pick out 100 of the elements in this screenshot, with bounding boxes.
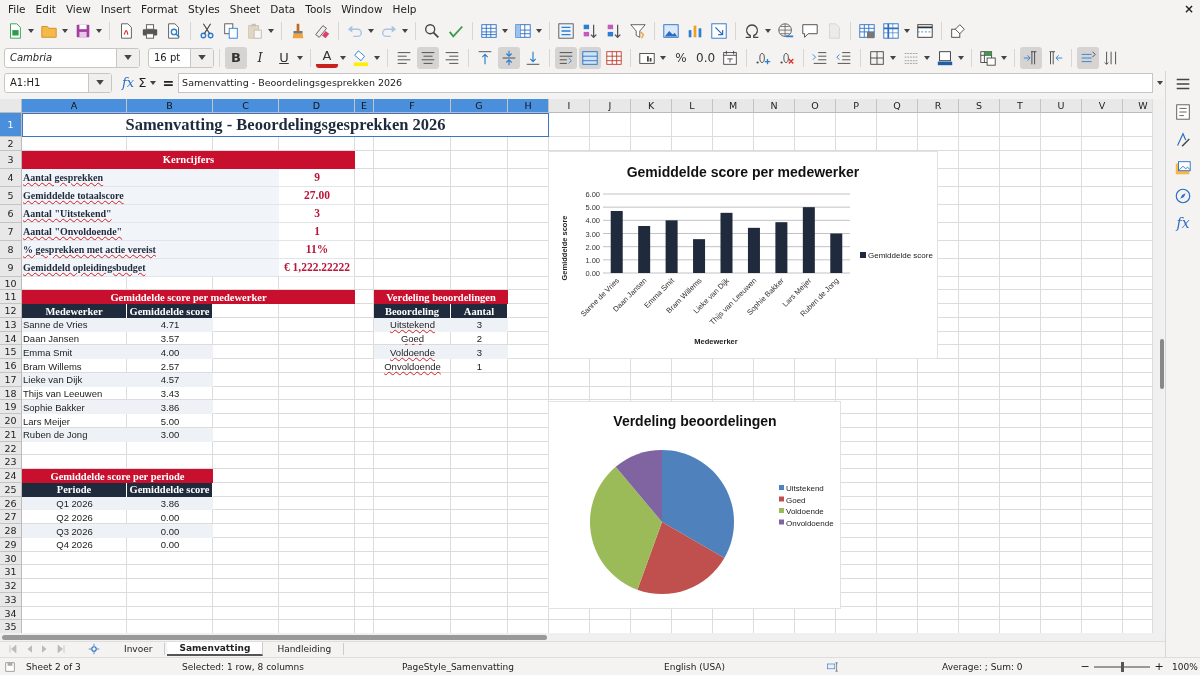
- menu-item[interactable]: Sheet: [225, 3, 267, 15]
- row-header[interactable]: 24: [0, 469, 22, 483]
- row-header[interactable]: 35: [0, 620, 22, 633]
- caret-icon[interactable]: [924, 55, 931, 60]
- zoom-out-button[interactable]: −: [1080, 660, 1090, 673]
- formula-button[interactable]: =: [162, 75, 175, 91]
- caret-icon[interactable]: [374, 55, 380, 60]
- percent-button[interactable]: %: [670, 46, 692, 69]
- freeze-panes-icon[interactable]: [880, 20, 902, 42]
- menu-item[interactable]: Help: [388, 3, 423, 15]
- zoom-level[interactable]: 100%: [1172, 661, 1198, 672]
- column-header[interactable]: K: [631, 99, 672, 113]
- zoom-slider-thumb[interactable]: [1121, 661, 1124, 672]
- column-header[interactable]: U: [1041, 99, 1082, 113]
- caret-icon[interactable]: [904, 29, 910, 33]
- column-header[interactable]: L: [672, 99, 713, 113]
- row-header[interactable]: 32: [0, 579, 22, 593]
- column-header[interactable]: F: [374, 99, 451, 113]
- menu-item[interactable]: Styles: [184, 3, 226, 15]
- underline-button[interactable]: U: [273, 46, 295, 69]
- add-sheet-icon[interactable]: [88, 643, 100, 656]
- caret-icon[interactable]: [402, 29, 408, 33]
- column-header[interactable]: R: [918, 99, 959, 113]
- column-header[interactable]: W: [1123, 99, 1152, 113]
- vertical-text-icon[interactable]: [1077, 46, 1100, 69]
- column-header[interactable]: S: [959, 99, 1000, 113]
- column-header[interactable]: B: [127, 99, 213, 113]
- caret-icon[interactable]: [62, 29, 68, 33]
- row-header[interactable]: 12: [0, 304, 22, 318]
- caret-icon[interactable]: [765, 29, 771, 33]
- caret-icon[interactable]: [958, 55, 965, 60]
- column-header[interactable]: D: [279, 99, 355, 113]
- font-size-field[interactable]: 16 pt: [148, 47, 214, 68]
- column-header[interactable]: N: [754, 99, 795, 113]
- caret-icon[interactable]: [890, 55, 897, 60]
- caret-icon[interactable]: [268, 29, 274, 33]
- italic-button[interactable]: I: [249, 46, 271, 69]
- caret-icon[interactable]: [502, 29, 508, 33]
- scrollbar-thumb[interactable]: [1160, 339, 1164, 389]
- zoom-in-button[interactable]: +: [1154, 660, 1164, 673]
- pivot-table-icon[interactable]: [708, 20, 730, 42]
- gallery-icon[interactable]: [1174, 159, 1192, 177]
- caret-icon[interactable]: [96, 29, 102, 33]
- formula-input[interactable]: Samenvatting - Beoordelingsgesprekken 2026: [178, 73, 1153, 93]
- column-header[interactable]: I: [549, 99, 590, 113]
- menu-item[interactable]: Format: [136, 3, 184, 15]
- sheet-tab[interactable]: Handleiding: [265, 643, 345, 656]
- caret-icon[interactable]: [297, 55, 303, 60]
- menu-item[interactable]: File: [4, 3, 32, 15]
- menu-item[interactable]: Tools: [301, 3, 338, 15]
- row-header[interactable]: 20: [0, 414, 22, 428]
- caret-icon[interactable]: [368, 29, 374, 33]
- row-header[interactable]: 27: [0, 510, 22, 525]
- caret-icon[interactable]: [660, 55, 666, 60]
- menu-item[interactable]: Insert: [96, 3, 137, 15]
- sum-button[interactable]: Σ: [138, 75, 147, 91]
- expand-formula-icon[interactable]: [1157, 81, 1163, 85]
- language[interactable]: English (USA): [664, 661, 824, 672]
- wrap-text-icon[interactable]: [555, 46, 577, 69]
- properties-icon[interactable]: [1174, 103, 1192, 121]
- row-header[interactable]: 31: [0, 565, 22, 580]
- row-header[interactable]: 23: [0, 455, 22, 470]
- align-center-icon[interactable]: [417, 46, 439, 69]
- merge-cells-icon[interactable]: [579, 46, 601, 69]
- close-button[interactable]: ×: [1183, 2, 1194, 16]
- page-style[interactable]: PageStyle_Samenvatting: [402, 661, 664, 672]
- function-wizard-button[interactable]: fx: [122, 75, 135, 91]
- menu-item[interactable]: Data: [266, 3, 302, 15]
- menu-item[interactable]: View: [61, 3, 97, 15]
- column-header[interactable]: E: [355, 99, 374, 113]
- bold-button[interactable]: B: [225, 46, 247, 69]
- sheet-tab[interactable]: Samenvatting: [167, 642, 264, 657]
- row-header[interactable]: 11: [0, 290, 22, 305]
- column-header[interactable]: A: [22, 99, 127, 113]
- row-header[interactable]: 19: [0, 400, 22, 415]
- caret-icon[interactable]: [340, 55, 346, 60]
- font-name-field[interactable]: Cambria: [4, 47, 140, 68]
- row-header[interactable]: 16: [0, 359, 22, 373]
- left-to-right-icon[interactable]: [1020, 46, 1043, 69]
- column-header[interactable]: O: [795, 99, 836, 113]
- scrollbar-thumb[interactable]: [2, 635, 547, 640]
- menu-item[interactable]: Window: [337, 3, 389, 15]
- column-header[interactable]: J: [590, 99, 631, 113]
- column-header[interactable]: C: [213, 99, 279, 113]
- row-header[interactable]: 15: [0, 345, 22, 360]
- column-header[interactable]: Q: [877, 99, 918, 113]
- sort-icon[interactable]: [555, 20, 577, 42]
- decimal-format-button[interactable]: 0.0: [694, 46, 718, 69]
- align-middle-icon[interactable]: [498, 46, 520, 69]
- caret-icon[interactable]: [28, 29, 34, 33]
- column-header[interactable]: P: [836, 99, 877, 113]
- name-box[interactable]: A1:H1: [4, 73, 112, 93]
- sheet-tab[interactable]: Invoer: [112, 643, 166, 656]
- caret-icon[interactable]: [150, 81, 157, 85]
- font-color-button[interactable]: A: [316, 47, 338, 68]
- functions-button[interactable]: fx: [1176, 215, 1190, 231]
- column-header[interactable]: M: [713, 99, 754, 113]
- compass-icon[interactable]: [1174, 187, 1192, 205]
- column-header[interactable]: V: [1082, 99, 1123, 113]
- row-header[interactable]: 28: [0, 524, 22, 538]
